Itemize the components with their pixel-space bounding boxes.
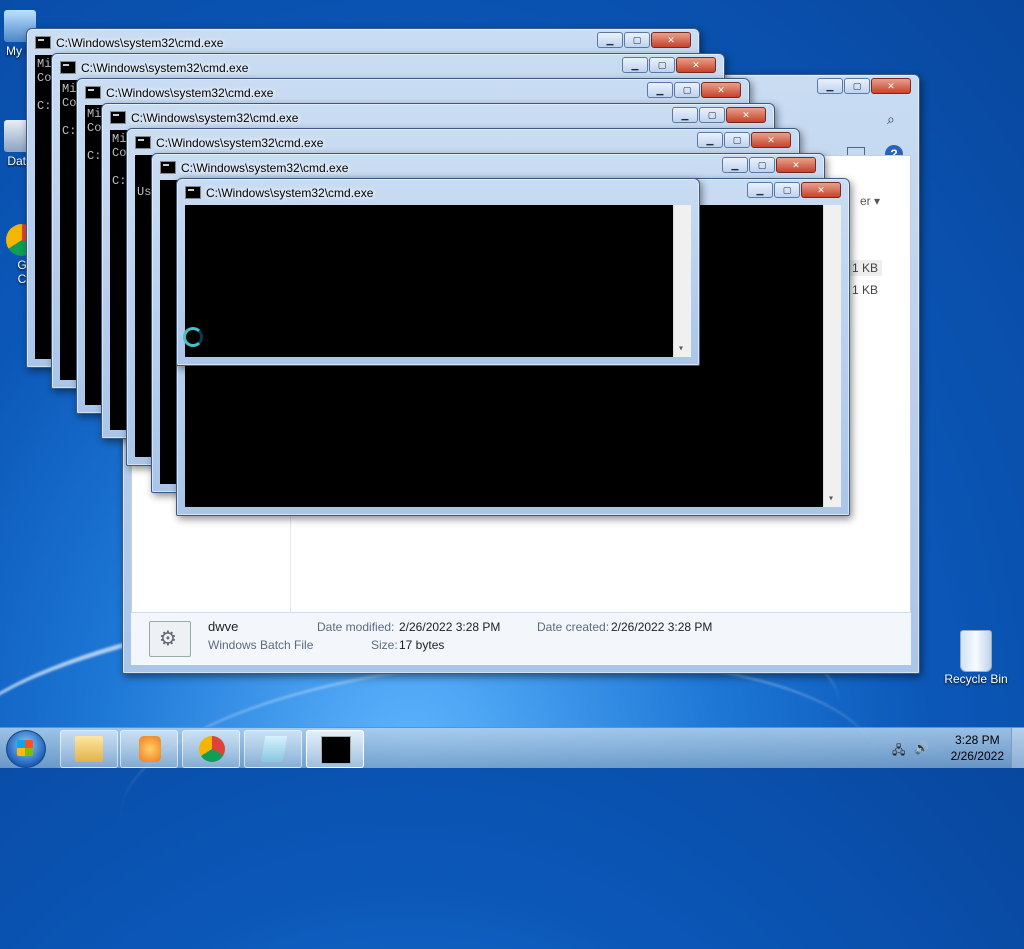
window-controls: ▁ ▢ ✕ — [671, 107, 766, 124]
file-name: dwve — [208, 619, 239, 634]
window-title: C:\Windows\system32\cmd.exe — [185, 183, 373, 203]
window-controls: ▁ ▢ ✕ — [721, 157, 816, 174]
close-button[interactable]: ✕ — [871, 78, 911, 94]
chrome-icon — [199, 736, 225, 762]
minimize-button[interactable]: ▁ — [647, 82, 673, 98]
cmd-icon — [85, 86, 101, 99]
maximize-button[interactable]: ▢ — [674, 82, 700, 98]
media-player-icon — [139, 736, 161, 762]
window-title: C:\Windows\system32\cmd.exe — [135, 133, 323, 153]
close-button[interactable]: ✕ — [676, 57, 716, 73]
desktop-icon-recycle-bin[interactable]: Recycle Bin — [944, 630, 1008, 686]
window-controls: ▁ ▢ ✕ — [746, 182, 841, 199]
date-modified-label: Date modified: — [317, 620, 395, 634]
maximize-button[interactable]: ▢ — [844, 78, 870, 94]
maximize-button[interactable]: ▢ — [624, 32, 650, 48]
search-icon[interactable]: ⌕ — [887, 111, 909, 133]
date-created-label: Date created: — [537, 620, 610, 634]
recycle-bin-icon — [960, 630, 992, 672]
minimize-button[interactable]: ▁ — [697, 132, 723, 148]
window-controls: ▁ ▢ ✕ — [816, 78, 911, 95]
minimize-button[interactable]: ▁ — [672, 107, 698, 123]
clock-time: 3:28 PM — [954, 733, 1000, 747]
window-controls: ▁ ▢ ✕ — [621, 57, 716, 74]
close-button[interactable]: ✕ — [726, 107, 766, 123]
minimize-button[interactable]: ▁ — [817, 78, 843, 94]
maximize-button[interactable]: ▢ — [774, 182, 800, 198]
minimize-button[interactable]: ▁ — [597, 32, 623, 48]
size-label: Size: — [371, 638, 398, 652]
taskbar-media-player[interactable] — [120, 730, 178, 768]
cmd-icon — [110, 111, 126, 124]
file-size-cell: 1 KB — [847, 260, 882, 276]
maximize-button[interactable]: ▢ — [724, 132, 750, 148]
volume-icon[interactable]: 🔊 — [914, 741, 929, 755]
window-controls: ▁ ▢ ✕ — [646, 82, 741, 99]
window-title: C:\Windows\system32\cmd.exe — [60, 58, 248, 78]
taskbar-cmd[interactable] — [306, 730, 364, 768]
window-controls: ▁ ▢ ✕ — [696, 132, 791, 149]
view-dropdown[interactable]: er ▾ — [860, 194, 880, 208]
taskbar-chrome[interactable] — [182, 730, 240, 768]
show-desktop-button[interactable] — [1011, 728, 1024, 768]
cmd-window-front[interactable]: C:\Windows\system32\cmd.exe — [176, 178, 700, 366]
console-output[interactable] — [185, 205, 691, 357]
window-title: C:\Windows\system32\cmd.exe — [160, 158, 348, 178]
clock-date: 2/26/2022 — [950, 749, 1004, 763]
maximize-button[interactable]: ▢ — [649, 57, 675, 73]
date-modified-value: 2/26/2022 3:28 PM — [399, 620, 501, 634]
maximize-button[interactable]: ▢ — [749, 157, 775, 173]
network-icon[interactable]: 🖧 — [892, 741, 906, 757]
desktop-icon-label: Recycle Bin — [944, 672, 1008, 686]
batch-file-icon — [149, 621, 191, 657]
vertical-scrollbar[interactable] — [823, 205, 841, 507]
minimize-button[interactable]: ▁ — [747, 182, 773, 198]
cmd-icon — [160, 161, 176, 174]
close-button[interactable]: ✕ — [701, 82, 741, 98]
minimize-button[interactable]: ▁ — [722, 157, 748, 173]
notepad-icon — [260, 736, 288, 762]
close-button[interactable]: ✕ — [651, 32, 691, 48]
start-button[interactable] — [6, 730, 46, 768]
close-button[interactable]: ✕ — [751, 132, 791, 148]
file-size-cell: 1 KB — [851, 283, 878, 297]
window-title: C:\Windows\system32\cmd.exe — [35, 33, 223, 53]
folder-icon — [75, 736, 103, 762]
date-created-value: 2/26/2022 3:28 PM — [611, 620, 713, 634]
window-controls: ▁ ▢ ✕ — [596, 32, 691, 49]
busy-cursor-icon — [183, 327, 203, 347]
window-title: C:\Windows\system32\cmd.exe — [85, 83, 273, 103]
cmd-icon — [321, 736, 351, 764]
vertical-scrollbar[interactable] — [673, 205, 691, 357]
cmd-icon — [185, 186, 201, 199]
taskbar: 🖧 🔊 3:28 PM 2/26/2022 — [0, 727, 1024, 768]
taskbar-notepad[interactable] — [244, 730, 302, 768]
details-pane: dwve Windows Batch File Date modified: 2… — [131, 612, 911, 665]
window-title: C:\Windows\system32\cmd.exe — [110, 108, 298, 128]
minimize-button[interactable]: ▁ — [622, 57, 648, 73]
close-button[interactable]: ✕ — [801, 182, 841, 198]
cmd-icon — [135, 136, 151, 149]
file-type: Windows Batch File — [208, 638, 314, 652]
cmd-icon — [35, 36, 51, 49]
taskbar-explorer[interactable] — [60, 730, 118, 768]
maximize-button[interactable]: ▢ — [699, 107, 725, 123]
clock[interactable]: 3:28 PM 2/26/2022 — [951, 732, 1004, 764]
close-button[interactable]: ✕ — [776, 157, 816, 173]
size-value: 17 bytes — [399, 638, 445, 652]
cmd-icon — [60, 61, 76, 74]
